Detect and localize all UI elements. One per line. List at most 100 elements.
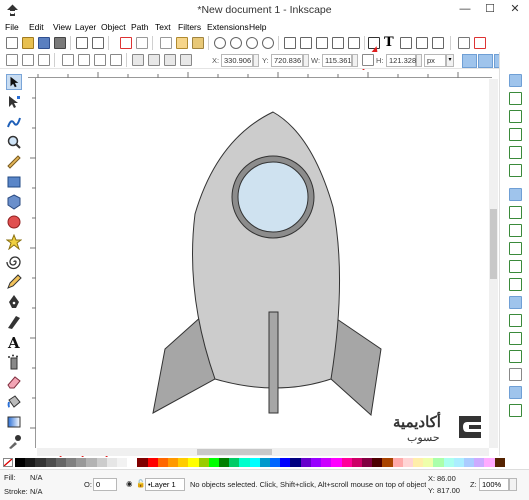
palette-swatch[interactable]: [249, 458, 260, 467]
layer-select[interactable]: •Layer 1: [145, 478, 185, 491]
palette-swatch[interactable]: [361, 458, 373, 467]
palette-swatch[interactable]: [463, 458, 475, 467]
palette-swatch[interactable]: [341, 458, 352, 467]
new-document-icon[interactable]: [6, 37, 18, 49]
w-spinner[interactable]: [352, 54, 358, 67]
group-icon[interactable]: [332, 37, 344, 49]
palette-swatch[interactable]: [168, 458, 179, 467]
snap-others-icon[interactable]: [509, 296, 522, 309]
maximize-button[interactable]: ☐: [480, 0, 500, 18]
palette-swatch[interactable]: [229, 458, 240, 467]
palette-swatch[interactable]: [433, 458, 444, 467]
palette-swatch[interactable]: [270, 458, 281, 467]
pen-tool-icon[interactable]: [6, 294, 22, 310]
menu-edit[interactable]: Edit: [29, 22, 44, 32]
star-tool-icon[interactable]: [6, 234, 22, 250]
palette-swatch[interactable]: [15, 458, 26, 467]
palette-swatch[interactable]: [55, 458, 67, 467]
snap-scale-stroke-button[interactable]: [462, 54, 477, 68]
dropper-tool-icon[interactable]: [6, 434, 22, 450]
y-spinner[interactable]: [303, 54, 309, 67]
lock-icon[interactable]: 🔓: [136, 479, 145, 488]
spray-tool-icon[interactable]: [6, 354, 22, 370]
unit-select[interactable]: px: [424, 54, 446, 67]
snap-smooth-nodes-icon[interactable]: [509, 260, 522, 273]
zoom-page-icon[interactable]: [246, 37, 258, 49]
snap-bbox-center-icon[interactable]: [509, 164, 522, 177]
w-input[interactable]: 115.361: [322, 54, 352, 67]
3d-box-tool-icon[interactable]: [6, 194, 22, 210]
snap-intersection-icon[interactable]: [509, 224, 522, 237]
rectangle-tool-icon[interactable]: [6, 174, 22, 190]
lock-proportions-icon[interactable]: [362, 54, 374, 66]
palette-swatch[interactable]: [157, 458, 169, 467]
no-paint-swatch[interactable]: [3, 458, 13, 467]
zoom-tool-icon[interactable]: [6, 134, 22, 150]
palette-swatch[interactable]: [45, 458, 56, 467]
palette-swatch[interactable]: [402, 458, 413, 467]
raise-icon[interactable]: [148, 54, 160, 66]
palette-swatch[interactable]: [392, 458, 403, 467]
zoom-drawing-icon[interactable]: [230, 37, 242, 49]
y-input[interactable]: 720.836: [271, 54, 303, 67]
print-icon[interactable]: [54, 37, 66, 49]
export-icon[interactable]: [92, 37, 104, 49]
x-input[interactable]: 330.906: [221, 54, 253, 67]
palette-swatch[interactable]: [96, 458, 107, 467]
palette-swatch[interactable]: [494, 458, 505, 467]
preferences-icon[interactable]: [474, 37, 486, 49]
palette-swatch[interactable]: [351, 458, 362, 467]
minimize-button[interactable]: —: [455, 0, 475, 18]
duplicate-icon[interactable]: [284, 37, 296, 49]
menu-path[interactable]: Path: [131, 22, 149, 32]
document-properties-icon[interactable]: [458, 37, 470, 49]
palette-swatch[interactable]: [35, 458, 46, 467]
horizontal-scrollbar[interactable]: [37, 448, 489, 456]
lower-to-bottom-icon[interactable]: [180, 54, 192, 66]
snap-bbox-edge-icon[interactable]: [509, 110, 522, 123]
drawing-canvas[interactable]: [37, 79, 489, 448]
rotate-cw-icon[interactable]: [78, 54, 90, 66]
snap-scale-corners-button[interactable]: [478, 54, 493, 68]
palette-swatch[interactable]: [239, 458, 250, 467]
palette-swatch[interactable]: [280, 458, 291, 467]
select-all-icon[interactable]: [6, 54, 18, 66]
opacity-input[interactable]: 0: [93, 478, 117, 491]
palette-swatch[interactable]: [443, 458, 454, 467]
select-all-layers-icon[interactable]: [22, 54, 34, 66]
palette-swatch[interactable]: [382, 458, 393, 467]
paste-icon[interactable]: [192, 37, 204, 49]
palette-swatch[interactable]: [310, 458, 322, 467]
horizontal-scroll-thumb[interactable]: [197, 449, 272, 455]
zoom-input[interactable]: 100%: [479, 478, 509, 491]
menu-view[interactable]: View: [53, 22, 71, 32]
tweak-tool-icon[interactable]: [6, 114, 22, 130]
palette-swatch[interactable]: [106, 458, 118, 467]
selector-tool-icon[interactable]: [6, 74, 22, 90]
paint-bucket-tool-icon[interactable]: [6, 394, 22, 410]
cut-icon[interactable]: [176, 37, 188, 49]
ungroup-icon[interactable]: [348, 37, 360, 49]
palette-swatch[interactable]: [178, 458, 189, 467]
snap-text-baseline-icon[interactable]: [509, 350, 522, 363]
eye-icon[interactable]: ◉: [126, 479, 133, 488]
menu-extensions[interactable]: Extensions: [207, 22, 249, 32]
snap-page-border-icon[interactable]: [509, 368, 522, 381]
copy-icon[interactable]: [160, 37, 172, 49]
rotate-ccw-icon[interactable]: [62, 54, 74, 66]
node-tool-icon[interactable]: [6, 94, 22, 110]
menu-filters[interactable]: Filters: [178, 22, 201, 32]
snap-bbox-midpoint-icon[interactable]: [509, 146, 522, 159]
palette-swatch[interactable]: [208, 458, 220, 467]
palette-swatch[interactable]: [76, 458, 87, 467]
raise-to-top-icon[interactable]: [132, 54, 144, 66]
save-icon[interactable]: [38, 37, 50, 49]
snap-bbox-corner-icon[interactable]: [509, 128, 522, 141]
menu-layer[interactable]: Layer: [75, 22, 96, 32]
zoom-selection-icon[interactable]: [214, 37, 226, 49]
snap-guide-icon[interactable]: [509, 404, 522, 417]
text-font-icon[interactable]: T: [384, 36, 396, 49]
palette-swatches[interactable]: [15, 458, 505, 467]
redo-icon[interactable]: [136, 37, 148, 49]
palette-swatch[interactable]: [147, 458, 158, 467]
